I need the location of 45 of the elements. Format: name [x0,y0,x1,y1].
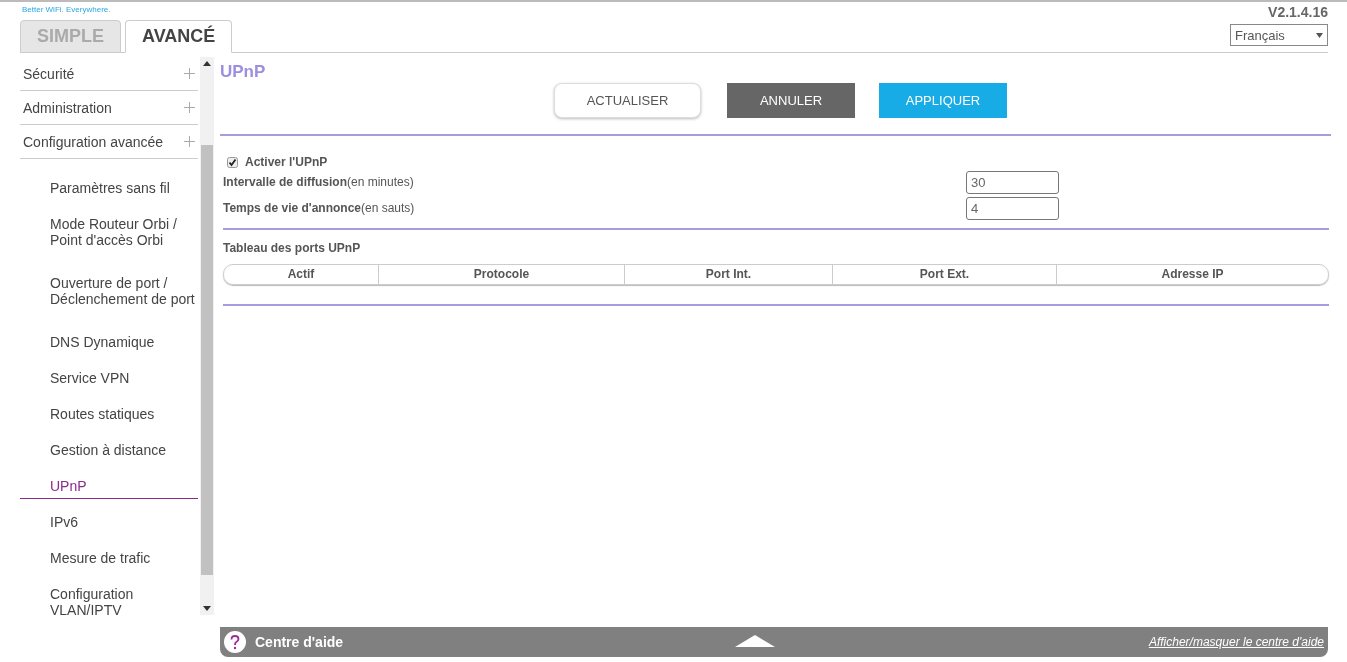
expand-up-icon[interactable] [735,635,775,647]
input-field[interactable]: 4 [966,196,1059,220]
caret-icon [1316,32,1323,38]
sidebar-item[interactable]: Routes statiques [20,397,198,433]
sidebar-item[interactable]: IPv6 [20,505,198,541]
toggle-help-link[interactable]: Afficher/masquer le centre d'aide [1148,635,1324,649]
language-dropdown[interactable]: Français [1230,24,1328,46]
plus-icon [184,102,195,113]
scroll-up-icon[interactable] [203,61,211,66]
tagline: Better WiFi. Everywhere. [22,5,111,14]
action-button[interactable]: ACTUALISER [554,83,701,118]
scroll-thumb[interactable] [201,145,213,575]
plus-icon [184,68,195,79]
sidebar-item[interactable]: DNS Dynamique [20,325,198,361]
sidebar-section[interactable]: Administration [20,91,198,125]
table-title: Tableau des ports UPnP [223,241,362,255]
page-title: UPnP [220,62,267,80]
sidebar-item[interactable]: Ouverture de port / Déclenchement de port [20,266,198,325]
sidebar-item[interactable]: Paramètres sans fil [20,171,198,207]
sidebar-item[interactable]: Mode Routeur Orbi / Point d'accès Orbi [20,207,198,266]
input-field[interactable]: 30 [966,170,1059,194]
column-header: Protocole [378,265,624,284]
field-label: Intervalle de diffusion(en minutes) [223,175,414,189]
field-label: Temps de vie d'annonce(en sauts) [223,201,415,215]
help-icon [224,631,246,653]
scrollbar[interactable] [200,57,214,615]
sidebar-item[interactable]: Configuration VLAN/IPTV [20,577,198,619]
tab[interactable]: AVANCÉ [125,20,233,53]
sidebar-item[interactable]: Gestion à distance [20,433,198,469]
help-title: Centre d'aide [255,634,344,650]
column-header: Port Ext. [832,265,1056,284]
plus-icon [184,136,195,147]
sidebar-section[interactable]: Sécurité [20,57,198,91]
column-header: Adresse IP [1056,265,1328,284]
scroll-down-icon[interactable] [203,606,211,611]
column-header: Port Int. [624,265,832,284]
column-header: Actif [286,266,316,283]
checkbox-label: Activer l'UPnP [245,155,328,169]
sidebar-section[interactable]: Configuration avancée [20,125,198,159]
version-label: V2.1.4.16 [1268,4,1328,20]
action-button[interactable]: ANNULER [727,83,855,118]
sidebar-item[interactable]: Mesure de trafic [20,541,198,577]
checkbox[interactable] [227,156,238,168]
sidebar-item[interactable]: UPnP [20,469,198,499]
sidebar-item[interactable]: Service VPN [20,361,198,397]
